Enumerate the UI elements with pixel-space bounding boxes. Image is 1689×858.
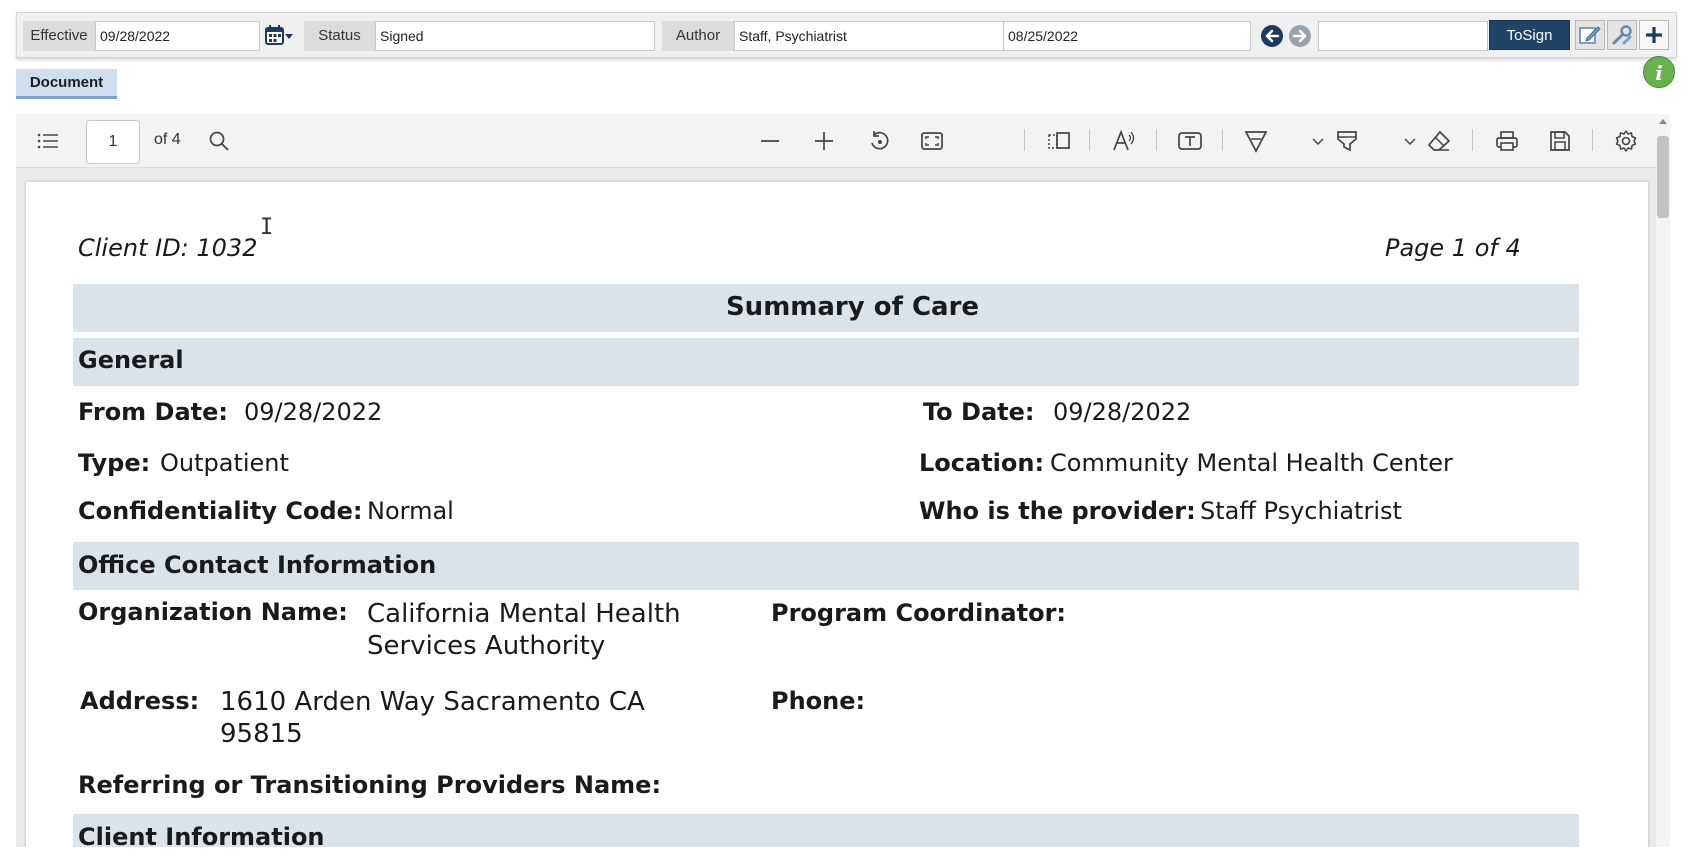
general-heading: General — [78, 346, 184, 374]
pdf-page: I Client ID: 1032 Page 1 of 4 Summary of… — [26, 182, 1648, 847]
toolbar-divider — [1156, 129, 1157, 151]
effective-date-field[interactable]: 09/28/2022 — [95, 21, 260, 51]
previous-arrow-icon[interactable] — [1261, 25, 1283, 47]
scrollbar-thumb[interactable] — [1657, 136, 1669, 218]
pdf-toolbar: 1 of 4 — [16, 114, 1656, 168]
effective-label: Effective — [23, 21, 95, 51]
client-id: Client ID: 1032 — [78, 234, 258, 262]
address-label: Address: — [80, 687, 200, 715]
organization-label: Organization Name: — [78, 598, 348, 626]
highlight-options-chevron-down-icon[interactable] — [1397, 128, 1423, 154]
eraser-icon[interactable] — [1426, 128, 1452, 154]
location-value: Community Mental Health Center — [1050, 449, 1453, 477]
office-heading: Office Contact Information — [78, 551, 437, 579]
calendar-icon[interactable] — [264, 21, 296, 51]
page-number-input[interactable]: 1 — [86, 120, 140, 164]
to-date-label: To Date: — [923, 398, 1035, 426]
program-coordinator-label: Program Coordinator: — [771, 599, 1066, 627]
fit-page-icon[interactable] — [919, 128, 945, 154]
gear-icon[interactable] — [1613, 128, 1639, 154]
tab-document[interactable]: Document — [16, 69, 117, 99]
viewer-scrollbar[interactable] — [1656, 114, 1670, 847]
referring-providers-label: Referring or Transitioning Providers Nam… — [78, 771, 662, 799]
type-label: Type: — [78, 449, 151, 477]
organization-value-line2: Services Authority — [367, 631, 606, 661]
address-line1: 1610 Arden Way Sacramento CA — [220, 687, 645, 717]
client-info-heading: Client Information — [78, 823, 325, 847]
scroll-up-icon[interactable] — [1656, 114, 1670, 128]
provider-value: Staff Psychiatrist — [1200, 497, 1402, 525]
page-indicator: Page 1 of 4 — [1385, 234, 1521, 262]
outline-menu-icon[interactable] — [35, 128, 61, 154]
organization-value-line1: California Mental Health — [367, 599, 681, 629]
info-icon[interactable]: i — [1643, 56, 1675, 88]
location-label: Location: — [919, 449, 1045, 477]
confidentiality-value: Normal — [367, 497, 454, 525]
zoom-in-icon[interactable] — [811, 128, 837, 154]
draw-options-chevron-down-icon[interactable] — [1305, 128, 1331, 154]
type-value: Outpatient — [160, 449, 289, 477]
highlight-icon[interactable] — [1334, 128, 1360, 154]
extra-field[interactable] — [1318, 21, 1488, 51]
toolbar-divider — [1024, 129, 1025, 151]
next-arrow-icon[interactable] — [1289, 25, 1311, 47]
document-header-bar: Effective 09/28/2022 Status Signed Autho… — [16, 12, 1677, 58]
from-date-value: 09/28/2022 — [244, 398, 383, 426]
author-label: Author — [662, 21, 734, 51]
edit-icon[interactable] — [1575, 20, 1605, 50]
print-icon[interactable] — [1494, 128, 1520, 154]
zoom-out-icon[interactable] — [757, 128, 783, 154]
from-date-label: From Date: — [78, 398, 229, 426]
phone-label: Phone: — [771, 687, 866, 715]
toolbar-divider — [1222, 129, 1223, 151]
text-cursor-icon: I — [260, 215, 274, 240]
toolbar-divider — [1089, 129, 1090, 151]
text-box-icon[interactable] — [1177, 128, 1203, 154]
author-field[interactable]: Staff, Psychiatrist — [734, 21, 1015, 51]
rotate-icon[interactable] — [866, 128, 892, 154]
add-icon[interactable] — [1639, 20, 1669, 50]
page-count-label: of 4 — [154, 131, 181, 148]
pdf-viewer: 1 of 4 I Client ID: 1032 Page 1 of 4 Sum… — [16, 114, 1670, 847]
address-line2: 95815 — [220, 719, 303, 749]
read-aloud-icon[interactable] — [1111, 128, 1137, 154]
general-band — [73, 338, 1579, 386]
provider-label: Who is the provider: — [919, 497, 1196, 525]
status-field[interactable]: Signed — [375, 21, 655, 51]
search-icon[interactable] — [206, 128, 232, 154]
tools-icon[interactable] — [1607, 20, 1637, 50]
to-date-value: 09/28/2022 — [1053, 398, 1192, 426]
draw-icon[interactable] — [1243, 128, 1269, 154]
document-title: Summary of Care — [725, 292, 980, 322]
confidentiality-label: Confidentiality Code: — [78, 497, 363, 525]
date-field[interactable]: 08/25/2022 — [1003, 21, 1251, 51]
status-label: Status — [304, 21, 375, 51]
toolbar-divider — [1592, 129, 1593, 151]
toolbar-divider — [1472, 129, 1473, 151]
save-icon[interactable] — [1547, 128, 1573, 154]
tosign-button[interactable]: ToSign — [1489, 20, 1570, 50]
two-page-view-icon[interactable] — [1046, 128, 1072, 154]
